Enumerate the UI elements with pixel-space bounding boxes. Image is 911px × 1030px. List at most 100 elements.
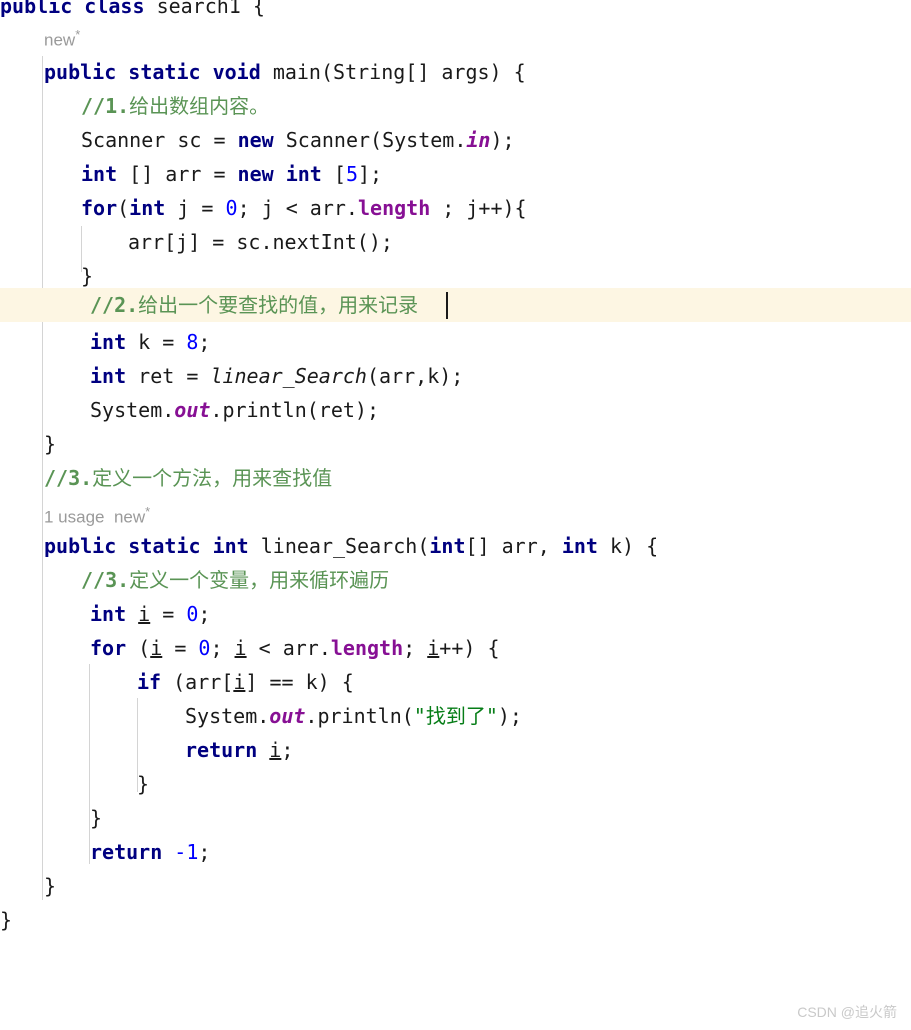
param-k: k) { — [597, 534, 659, 558]
code-line-24[interactable]: return -1; — [90, 835, 210, 869]
keyword-class: class — [84, 0, 145, 18]
code-line-11[interactable]: int ret = linear_Search(arr,k); — [90, 359, 463, 393]
code-line-13[interactable]: } — [44, 427, 56, 461]
var-i: i — [233, 670, 246, 694]
comment-marker: //3. — [81, 568, 130, 592]
brace-close: } — [137, 772, 150, 796]
code-line-23[interactable]: } — [90, 801, 102, 835]
keyword-if: if — [137, 670, 162, 694]
comment-text: 给出一个要查找的值，用来记录 — [138, 293, 419, 317]
loop-init: 0 — [198, 636, 211, 660]
code-line-7[interactable]: arr[j] = sc.nextInt(); — [128, 225, 393, 259]
semicolon: ; — [403, 636, 428, 660]
indent-guide-level1 — [42, 56, 43, 900]
hint-label: new — [113, 507, 146, 527]
code-line-10[interactable]: int k = 8; — [90, 325, 210, 359]
string-literal: "找到了" — [413, 704, 498, 728]
field-system-in: in — [466, 128, 491, 152]
keyword-int: int — [561, 534, 598, 558]
keyword-int: int — [129, 196, 166, 220]
bracket-open: [ — [333, 162, 346, 186]
keyword-public: public — [44, 60, 117, 84]
array-size: 5 — [345, 162, 358, 186]
line-tail: ; j++){ — [430, 196, 527, 220]
var-ret: ret = — [138, 364, 199, 388]
keyword-new: new — [237, 162, 274, 186]
var-i: i — [150, 636, 163, 660]
comment-text: 定义一个方法，用来查找值 — [92, 466, 333, 490]
loop-cond: ; j < arr. — [237, 196, 358, 220]
text-caret — [446, 292, 448, 319]
hint-star: * — [145, 504, 151, 519]
var-i: i — [138, 602, 151, 626]
array-decl: [] arr = — [129, 162, 226, 186]
keyword-public: public — [44, 534, 117, 558]
csdn-watermark: CSDN @追火箭 — [797, 1004, 897, 1020]
brace-close: } — [81, 264, 94, 288]
brace-close: } — [44, 432, 57, 456]
field-system-out: out — [174, 398, 211, 422]
var-i: i — [269, 738, 282, 762]
ctor-call: Scanner(System. — [285, 128, 467, 152]
system-prefix: System. — [90, 398, 175, 422]
code-line-20[interactable]: System.out.println("找到了"); — [185, 699, 522, 733]
var-sc: sc — [177, 128, 202, 152]
keyword-int: int — [212, 534, 249, 558]
code-line-4[interactable]: Scanner sc = new Scanner(System.in); — [81, 123, 515, 157]
code-line-21[interactable]: return i; — [185, 733, 293, 767]
code-editor[interactable]: public class search1 { new* public stati… — [0, 0, 911, 1030]
loop-init: 0 — [225, 196, 238, 220]
keyword-int: int — [90, 364, 127, 388]
inlay-hint-usage[interactable]: 1 usage new* — [44, 495, 150, 529]
field-length: length — [330, 636, 404, 660]
comment-text: 给出数组内容。 — [129, 94, 270, 118]
semicolon: ; — [210, 636, 235, 660]
line-tail: ++) { — [439, 636, 500, 660]
method-name-main: main — [272, 60, 321, 84]
code-line-6[interactable]: for(int j = 0; j < arr.length ; j++){ — [81, 191, 527, 225]
method-name-linear-search: linear_Search — [260, 534, 418, 558]
brace-close: } — [44, 874, 57, 898]
code-line-5[interactable]: int [] arr = new int [5]; — [81, 157, 382, 191]
code-line-22[interactable]: } — [137, 767, 149, 801]
keyword-public: public — [0, 0, 73, 18]
line-tail: ; — [198, 840, 211, 864]
paren-open: ( — [417, 534, 430, 558]
code-line-3[interactable]: //1.给出数组内容。 — [81, 89, 269, 123]
code-line-26[interactable]: } — [0, 903, 12, 937]
keyword-int: int — [90, 602, 127, 626]
hint-label: new — [44, 30, 76, 50]
brace-close: } — [0, 908, 13, 932]
value-0: 0 — [186, 602, 199, 626]
code-line-1[interactable]: public class search1 { — [0, 0, 265, 23]
keyword-for: for — [81, 196, 118, 220]
code-line-18[interactable]: for (i = 0; i < arr.length; i++) { — [90, 631, 500, 665]
code-line-17[interactable]: int i = 0; — [90, 597, 210, 631]
keyword-static: static — [128, 60, 201, 84]
assign-op: = — [162, 602, 175, 626]
type-scanner: Scanner — [81, 128, 166, 152]
line-tail: (arr,k); — [366, 364, 464, 388]
code-line-25[interactable]: } — [44, 869, 56, 903]
var-i: i — [427, 636, 440, 660]
code-line-12[interactable]: System.out.println(ret); — [90, 393, 379, 427]
code-line-16[interactable]: //3.定义一个变量，用来循环遍历 — [81, 563, 389, 597]
comment-marker: //1. — [81, 94, 130, 118]
inlay-hint-new-1[interactable]: new* — [44, 18, 80, 52]
statement: arr[j] = sc.nextInt(); — [128, 230, 393, 254]
keyword-for: for — [90, 636, 127, 660]
line-tail: ; — [198, 330, 211, 354]
field-length: length — [357, 196, 431, 220]
minus-sign: - — [174, 840, 187, 864]
code-line-2[interactable]: public static void main(String[] args) { — [44, 55, 526, 89]
value-1: 1 — [186, 840, 199, 864]
paren-open: ( — [117, 196, 130, 220]
code-line-9-current[interactable]: //2.给出一个要查找的值，用来记录 — [90, 288, 418, 322]
code-line-15[interactable]: public static int linear_Search(int[] ar… — [44, 529, 658, 563]
code-line-19[interactable]: if (arr[i] == k) { — [137, 665, 354, 699]
usage-count-label: 1 usage — [44, 507, 105, 527]
code-line-14[interactable]: //3.定义一个方法，用来查找值 — [44, 461, 332, 495]
param-arr: [] arr, — [465, 534, 562, 558]
brace-open: { — [252, 0, 265, 18]
line-tail: ); — [497, 704, 522, 728]
